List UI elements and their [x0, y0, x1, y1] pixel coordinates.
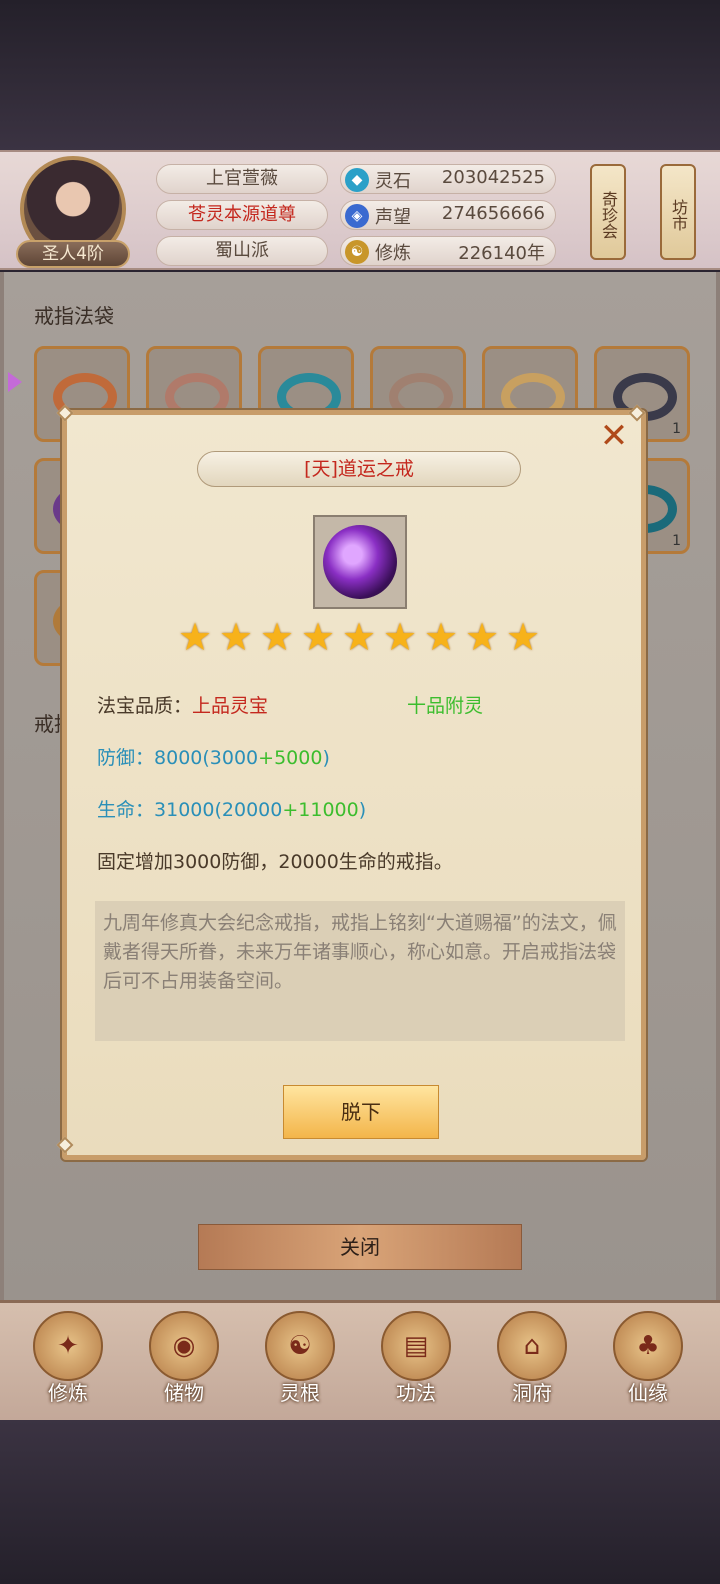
effect-text: 固定增加3000防御，20000生命的戒指。 — [97, 851, 453, 873]
item-detail-dialog: ✕ [天]道运之戒 ★ ★ ★ ★ ★ ★ ★ ★ ★ 法宝品质：上品灵宝 十品… — [56, 404, 646, 1160]
star-rating: ★ ★ ★ ★ ★ ★ ★ ★ ★ — [177, 615, 541, 659]
enchant-level: 十品附灵 — [407, 695, 484, 717]
reputation-icon: ◈ — [345, 204, 369, 228]
defense-stat: 防御：8000(3000+5000) — [97, 747, 330, 769]
top-background — [0, 0, 720, 150]
star-icon: ★ — [341, 615, 377, 659]
cultivation-icon: ☯ — [345, 240, 369, 264]
spirit-stone-icon: ◆ — [345, 168, 369, 192]
resource-reputation: ◈ 声望 274656666 — [340, 200, 556, 230]
star-icon: ★ — [505, 615, 541, 659]
nav-cultivate[interactable]: ✦ 修炼 — [22, 1311, 114, 1417]
nav-cave[interactable]: ⌂ 洞府 — [486, 1311, 578, 1417]
unequip-button[interactable]: 脱下 — [283, 1085, 439, 1139]
nav-spirit-root[interactable]: ☯ 灵根 — [254, 1311, 346, 1417]
star-icon: ★ — [382, 615, 418, 659]
item-description: 九周年修真大会纪念戒指，戒指上铭刻“大道赐福”的法文，佩戴者得天所眷，未来万年诸… — [95, 901, 625, 1041]
life-stat: 生命：31000(20000+11000) — [97, 799, 367, 821]
player-sect: 蜀山派 — [156, 236, 328, 266]
bottom-background — [0, 1420, 720, 1584]
nav-storage[interactable]: ◉ 储物 — [138, 1311, 230, 1417]
nav-technique[interactable]: ▤ 功法 — [370, 1311, 462, 1417]
star-icon: ★ — [300, 615, 336, 659]
player-header: 圣人4阶 上官萱薇 苍灵本源道尊 蜀山派 ◆ 灵石 203042525 ◈ 声望… — [0, 150, 720, 270]
item-image-frame — [313, 515, 407, 609]
item-name: [天]道运之戒 — [197, 451, 521, 487]
quality-line: 法宝品质：上品灵宝 — [97, 695, 269, 717]
resource-spirit-stone: ◆ 灵石 203042525 — [340, 164, 556, 194]
bottom-nav: ✦ 修炼 ◉ 储物 ☯ 灵根 ▤ 功法 ⌂ 洞府 ♣ 仙缘 — [0, 1300, 720, 1420]
close-icon[interactable]: ✕ — [597, 419, 631, 455]
star-icon: ★ — [464, 615, 500, 659]
market-button[interactable]: 坊市 — [660, 164, 696, 260]
star-icon: ★ — [423, 615, 459, 659]
ring-item-icon — [323, 525, 397, 599]
cave-mansion-icon: ⌂ — [497, 1311, 567, 1381]
close-button[interactable]: 关闭 — [198, 1224, 522, 1270]
player-title: 苍灵本源道尊 — [156, 200, 328, 230]
expand-arrow-icon[interactable] — [4, 352, 28, 412]
cultivate-icon: ✦ — [33, 1311, 103, 1381]
player-name: 上官萱薇 — [156, 164, 328, 194]
fortune-gourd-icon: ♣ — [613, 1311, 683, 1381]
section-title: 戒指法袋 — [34, 304, 114, 328]
nav-fortune[interactable]: ♣ 仙缘 — [602, 1311, 694, 1417]
spirit-root-icon: ☯ — [265, 1311, 335, 1381]
star-icon: ★ — [177, 615, 213, 659]
resource-cultivation: ☯ 修炼 226140年 — [340, 236, 556, 266]
storage-bag-icon: ◉ — [149, 1311, 219, 1381]
rank-badge: 圣人4阶 — [16, 240, 130, 268]
technique-book-icon: ▤ — [381, 1311, 451, 1381]
treasure-fair-button[interactable]: 奇珍会 — [590, 164, 626, 260]
star-icon: ★ — [259, 615, 295, 659]
star-icon: ★ — [218, 615, 254, 659]
